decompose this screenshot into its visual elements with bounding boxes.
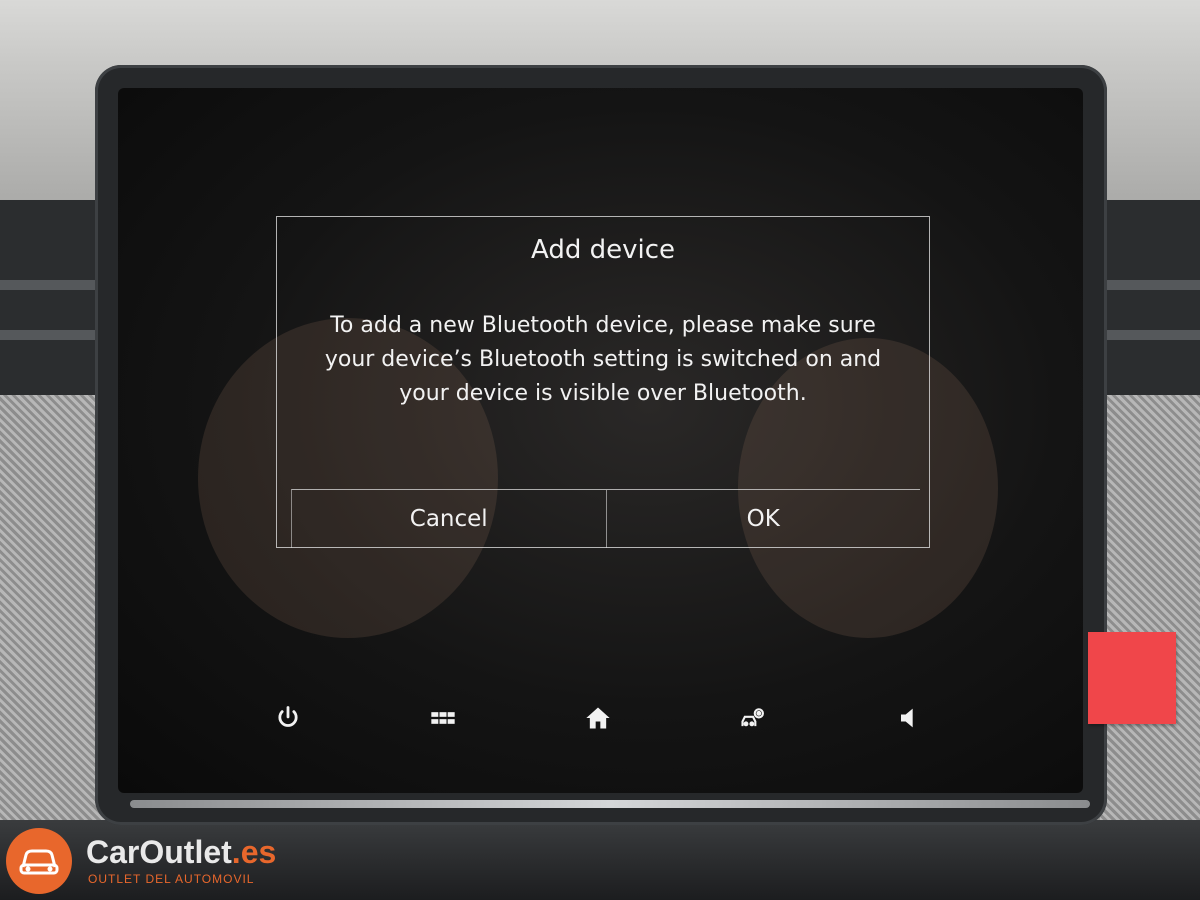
bottom-navigation-bar: [268, 692, 928, 744]
bezel-chrome-strip: [130, 800, 1090, 808]
dialog-title: Add device: [530, 235, 675, 265]
dash-fabric-right: [1100, 395, 1200, 825]
power-icon[interactable]: [268, 698, 308, 738]
caroutlet-watermark: CarOutlet.es OUTLET DEL AUTOMOVIL: [6, 826, 306, 896]
brand-tagline: OUTLET DEL AUTOMOVIL: [88, 872, 255, 886]
volume-icon[interactable]: [888, 698, 928, 738]
car-logo-icon: [6, 828, 72, 894]
apps-grid-icon[interactable]: [423, 698, 463, 738]
dialog-message: To add a new Bluetooth device, please ma…: [324, 313, 882, 406]
home-icon[interactable]: [578, 698, 618, 738]
brand-suffix: .es: [231, 834, 277, 870]
dialog-button-row: Cancel OK: [291, 489, 920, 548]
air-vent-left: [0, 200, 110, 400]
red-sticker: [1088, 632, 1176, 724]
cancel-button[interactable]: Cancel: [292, 490, 606, 548]
ok-button[interactable]: OK: [605, 490, 921, 548]
brand-name: CarOutlet.es: [86, 834, 276, 871]
screen-bezel: Add device To add a new Bluetooth device…: [95, 65, 1107, 825]
dash-fabric-left: [0, 395, 110, 825]
vehicle-settings-icon[interactable]: [733, 698, 773, 738]
infotainment-screen: Add device To add a new Bluetooth device…: [118, 88, 1083, 793]
add-device-dialog: Add device To add a new Bluetooth device…: [276, 216, 930, 548]
brand-main: CarOutlet: [86, 834, 232, 870]
